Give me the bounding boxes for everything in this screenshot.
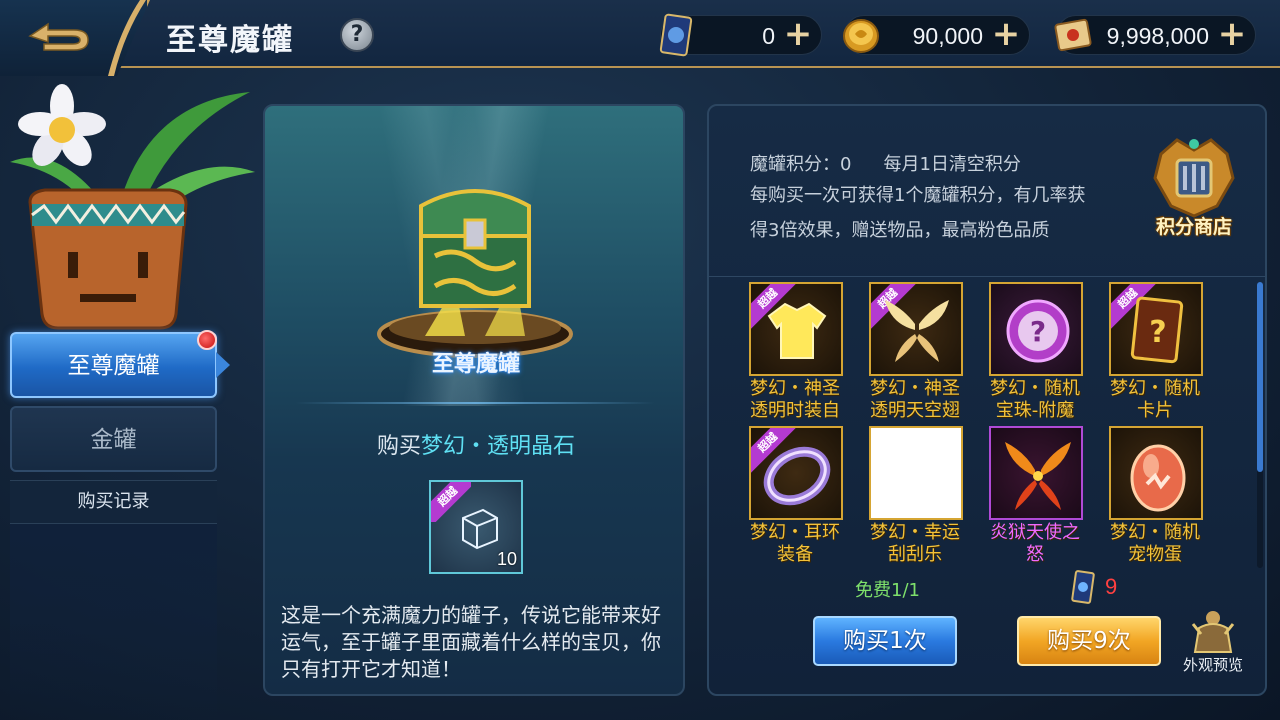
mystery-orb-icon: ? xyxy=(1006,299,1070,363)
gold-currency-value: 90,000 xyxy=(912,23,983,49)
reward-item[interactable]: ? 梦幻・随机 宝珠-附魔 xyxy=(979,282,1099,422)
reward-name: 梦幻・随机 宝珠-附魔 xyxy=(990,378,1080,421)
reward-item[interactable]: 超越 ? 梦幻・随机 卡片 xyxy=(1099,282,1219,422)
pet-egg-icon xyxy=(1130,444,1186,512)
card-icon xyxy=(659,13,693,57)
add-scroll-button[interactable]: + xyxy=(1215,17,1249,52)
reward-item[interactable]: 炎狱天使之怒 xyxy=(979,426,1099,566)
mystery-card-icon: ? xyxy=(1130,296,1184,364)
reward-name: 梦幻・神圣 透明天空翅 xyxy=(870,378,960,421)
tab-supreme-jar[interactable]: 至尊魔罐 xyxy=(10,332,217,398)
back-arrow-icon xyxy=(28,22,89,51)
jar-detail-panel: 至尊魔罐 购买梦幻・透明晶石 超越 10 这是一个充满魔力的罐子，传说它能带来好… xyxy=(263,104,685,696)
reward-grid: 超越 梦幻・神圣 透明时装自 超越 梦幻・神圣 透明天空翅 ? 梦幻・随机 宝珠… xyxy=(739,282,1219,568)
reward-icon-frame xyxy=(1109,426,1203,520)
jar-description: 这是一个充满魔力的罐子，传说它能带来好运气，至于罐子里面藏着什么样的宝贝，你只有… xyxy=(281,603,661,681)
fire-wings-icon xyxy=(1005,442,1071,510)
buy-once-button[interactable]: 购买1次 xyxy=(813,616,957,666)
reward-icon-frame: ? xyxy=(989,282,1083,376)
shirt-icon xyxy=(767,302,827,359)
blank-ticket-icon xyxy=(869,426,963,520)
help-button[interactable]: ? xyxy=(340,18,374,52)
buy-prefix-text: 购买 xyxy=(376,434,421,459)
free-count-text: 免费1/1 xyxy=(855,580,920,601)
points-shop-button[interactable]: 积分商店 xyxy=(1139,134,1249,242)
score-line: 魔罐积分：0 每月1日清空积分 xyxy=(750,150,1021,176)
reward-icon-frame: 超越 xyxy=(749,426,843,520)
page-title: 至尊魔罐 xyxy=(166,23,294,58)
scroll-currency-pill: 9,998,000 + xyxy=(1054,15,1256,55)
shop-emblem-icon xyxy=(1153,138,1235,218)
buy-item-name: 梦幻・透明晶石 xyxy=(421,434,576,459)
reward-icon-frame: 超越 xyxy=(749,282,843,376)
reward-name: 梦幻・随机 卡片 xyxy=(1110,378,1200,421)
appearance-preview-label: 外观预览 xyxy=(1182,656,1243,674)
earring-icon xyxy=(763,446,831,506)
points-shop-label: 积分商店 xyxy=(1155,216,1232,238)
scroll-icon xyxy=(1054,18,1092,52)
item-slot-transparent-crystal[interactable]: 超越 10 xyxy=(429,480,523,574)
active-tab-pointer xyxy=(216,352,230,378)
reward-icon-frame xyxy=(989,426,1083,520)
reward-item[interactable]: 梦幻・幸运 刮刮乐 xyxy=(859,426,979,566)
reward-name: 梦幻・耳环 装备 xyxy=(750,522,840,565)
svg-text:?: ? xyxy=(1149,315,1166,350)
jar-score-text: 魔罐积分：0 xyxy=(750,154,852,175)
sidebar-background xyxy=(10,524,217,720)
card-currency-pill: 0 + xyxy=(659,13,822,57)
grid-separator xyxy=(709,276,1265,277)
treasure-chest-icon xyxy=(377,189,573,358)
reward-name: 梦幻・神圣 透明时装自 xyxy=(750,378,840,421)
reset-note-text: 每月1日清空积分 xyxy=(883,154,1021,175)
chest-name: 至尊魔罐 xyxy=(431,352,520,377)
section-divider xyxy=(295,402,655,404)
svg-text:?: ? xyxy=(1030,315,1046,348)
item-count: 10 xyxy=(496,549,517,569)
top-bar: 至尊魔罐 ? 0 + 90,000 + 9,998,000 + xyxy=(0,0,1280,76)
gold-slash-decoration xyxy=(108,0,146,76)
armored-figure-icon xyxy=(1191,611,1235,653)
reward-name: 梦幻・随机 宠物蛋 xyxy=(1110,522,1200,565)
card-icon xyxy=(1071,570,1095,604)
crystal-cube-icon xyxy=(462,508,498,550)
buy-nine-button[interactable]: 购买9次 xyxy=(1017,616,1161,666)
reward-name: 梦幻・幸运 刮刮乐 xyxy=(870,522,960,565)
jar-info-text: 每购买一次可获得1个魔罐积分，有几率获得3倍效果，赠送物品，最高粉色品质 xyxy=(750,185,1086,241)
buy9-cost-value: 9 xyxy=(1105,574,1118,599)
purchase-history-button[interactable]: 购买记录 xyxy=(10,480,217,524)
reward-item[interactable]: 超越 梦幻・神圣 透明时装自 xyxy=(739,282,859,422)
add-card-button[interactable]: + xyxy=(781,17,815,52)
gold-coin-icon xyxy=(843,19,879,53)
reward-item[interactable]: 梦幻・随机 宠物蛋 xyxy=(1099,426,1219,566)
card-currency-value: 0 xyxy=(762,23,775,49)
reward-name: 炎狱天使之怒 xyxy=(990,522,1080,565)
tab-gold-jar[interactable]: 金罐 xyxy=(10,406,217,472)
appearance-preview-button[interactable]: 外观预览 xyxy=(1173,608,1253,680)
add-gold-button[interactable]: + xyxy=(989,17,1023,52)
scrollbar-thumb[interactable] xyxy=(1257,282,1263,472)
reward-item[interactable]: 超越 梦幻・耳环 装备 xyxy=(739,426,859,566)
reward-icon-frame: 超越 xyxy=(869,282,963,376)
reward-item[interactable]: 超越 梦幻・神圣 透明天空翅 xyxy=(859,282,979,422)
buy-item-line: 购买梦幻・透明晶石 xyxy=(265,428,683,460)
flowerpot-mascot-image xyxy=(10,84,255,330)
wings-icon xyxy=(885,300,949,362)
reward-scrollbar[interactable] xyxy=(1257,282,1263,568)
reward-icon-frame: 超越 ? xyxy=(1109,282,1203,376)
reward-panel: 魔罐积分：0 每月1日清空积分 每购买一次可获得1个魔罐积分，有几率获得3倍效果，… xyxy=(707,104,1267,696)
scroll-currency-value: 9,998,000 xyxy=(1106,23,1209,49)
gold-currency-pill: 90,000 + xyxy=(843,15,1030,55)
notification-dot xyxy=(197,330,217,350)
